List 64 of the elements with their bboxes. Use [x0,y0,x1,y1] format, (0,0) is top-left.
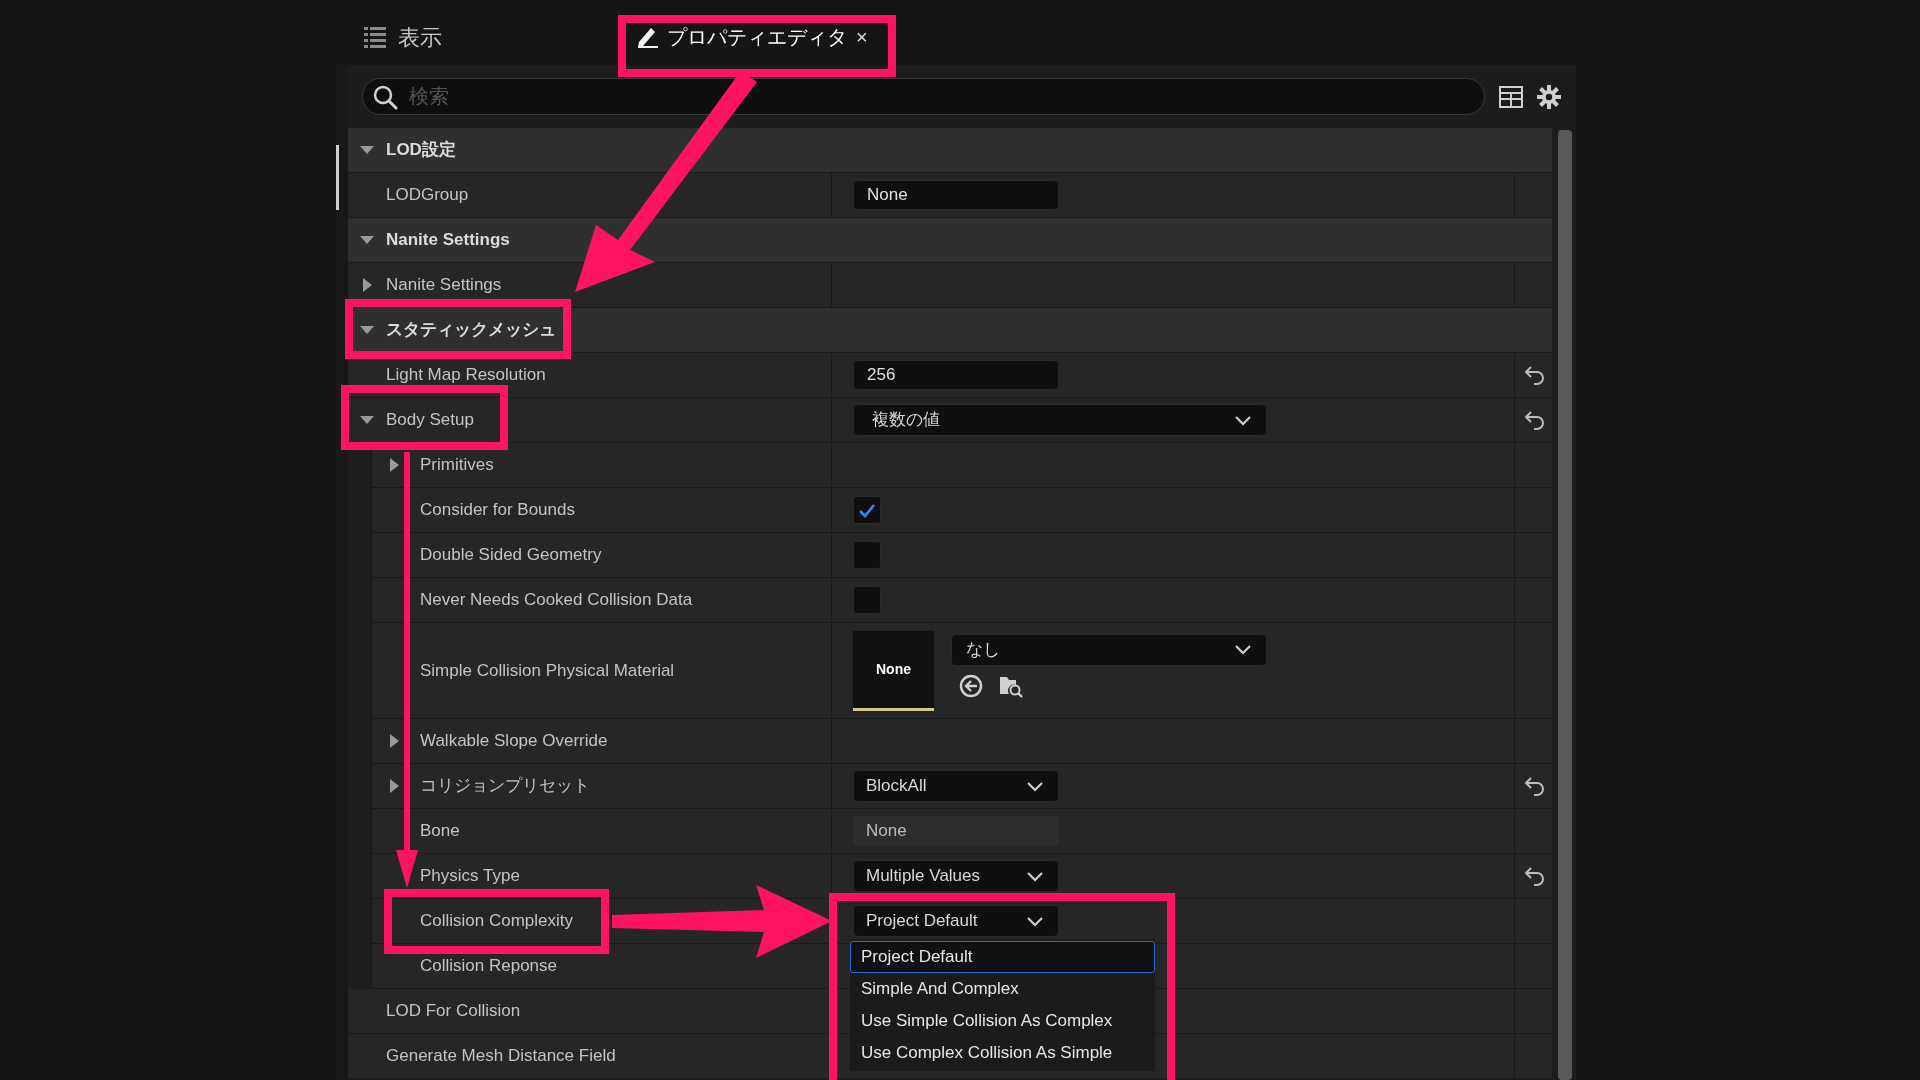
chevron-icon [1234,414,1252,426]
table-icon[interactable] [1499,85,1523,108]
menu-item[interactable]: Project Default [850,941,1155,973]
property-label: Walkable Slope Override [420,730,608,753]
property-label: Collision Complexity [420,910,574,933]
asset-thumbnail[interactable]: None [853,630,934,711]
reset-icon[interactable] [1523,410,1544,430]
property-label: Never Needs Cooked Collision Data [420,589,693,612]
property-label: Physics Type [420,865,520,888]
reset-icon[interactable] [1523,866,1544,886]
category-header[interactable]: Nanite Settings [348,218,1552,263]
reset-icon[interactable] [1523,365,1544,385]
property-label: LOD For Collision [386,1000,521,1023]
dropdown[interactable]: Project Default [853,905,1059,937]
property-label: Generate Mesh Distance Field [386,1045,616,1068]
expand-arrow-icon[interactable] [388,458,400,472]
scrollbar[interactable] [1558,130,1572,1080]
menu-item[interactable]: Use Simple Collision As Complex [850,1005,1155,1037]
property-label: Nanite Settings [386,274,502,297]
category-header[interactable]: LOD設定 [348,128,1552,173]
property-label: Bone [420,820,460,843]
collapse-arrow-icon[interactable] [360,144,374,156]
readonly-field: None [853,816,1059,846]
expand-arrow-icon[interactable] [361,278,373,292]
collapse-arrow-icon[interactable] [360,414,374,426]
dropdown[interactable]: Multiple Values [853,860,1059,892]
tab[interactable]: 表示 [360,9,446,65]
search-field[interactable]: 検索 [362,78,1485,115]
property-label: Collision Reponse [420,955,558,978]
property-label: Primitives [420,454,494,477]
chevron-icon [1234,644,1252,655]
input-field[interactable]: 256 [853,360,1059,390]
menu-item[interactable]: Use Complex Collision As Simple [850,1037,1155,1069]
property-label: Light Map Resolution [386,364,546,387]
menu-item[interactable]: Simple And Complex [850,973,1155,1005]
collapse-arrow-icon[interactable] [360,324,374,336]
tab-label: プロパティエディタ [667,25,847,50]
property-label: Simple Collision Physical Material [420,659,675,682]
input-field[interactable]: None [853,180,1059,210]
checkbox[interactable] [853,586,881,614]
expand-arrow-icon[interactable] [388,734,400,748]
chevron-icon [1026,870,1044,882]
pencil-icon [636,25,660,49]
dropdown[interactable]: BlockAll [853,770,1059,802]
property-label: Body Setup [386,409,474,432]
search-icon [372,84,398,110]
property-label: コリジョンプリセット [420,775,590,798]
close-button[interactable]: × [856,22,868,52]
collapse-arrow-icon[interactable] [360,234,374,246]
property-label: LODGroup [386,184,469,207]
chevron-icon [1026,780,1044,792]
chevron-icon [1026,915,1044,927]
dropdown[interactable]: 複数の値 [853,404,1267,436]
tab[interactable]: プロパティエディタ × [626,9,878,65]
checkbox[interactable] [853,541,881,569]
reset-icon[interactable] [1523,776,1544,796]
dropdown[interactable]: なし [951,633,1267,666]
use-selected-icon[interactable] [959,673,983,698]
expand-arrow-icon[interactable] [388,779,400,793]
property-label: Double Sided Geometry [420,544,602,567]
tab-label: 表示 [398,23,442,52]
property-label: Consider for Bounds [420,499,575,522]
checkbox[interactable] [853,496,881,524]
list-icon [364,26,386,48]
